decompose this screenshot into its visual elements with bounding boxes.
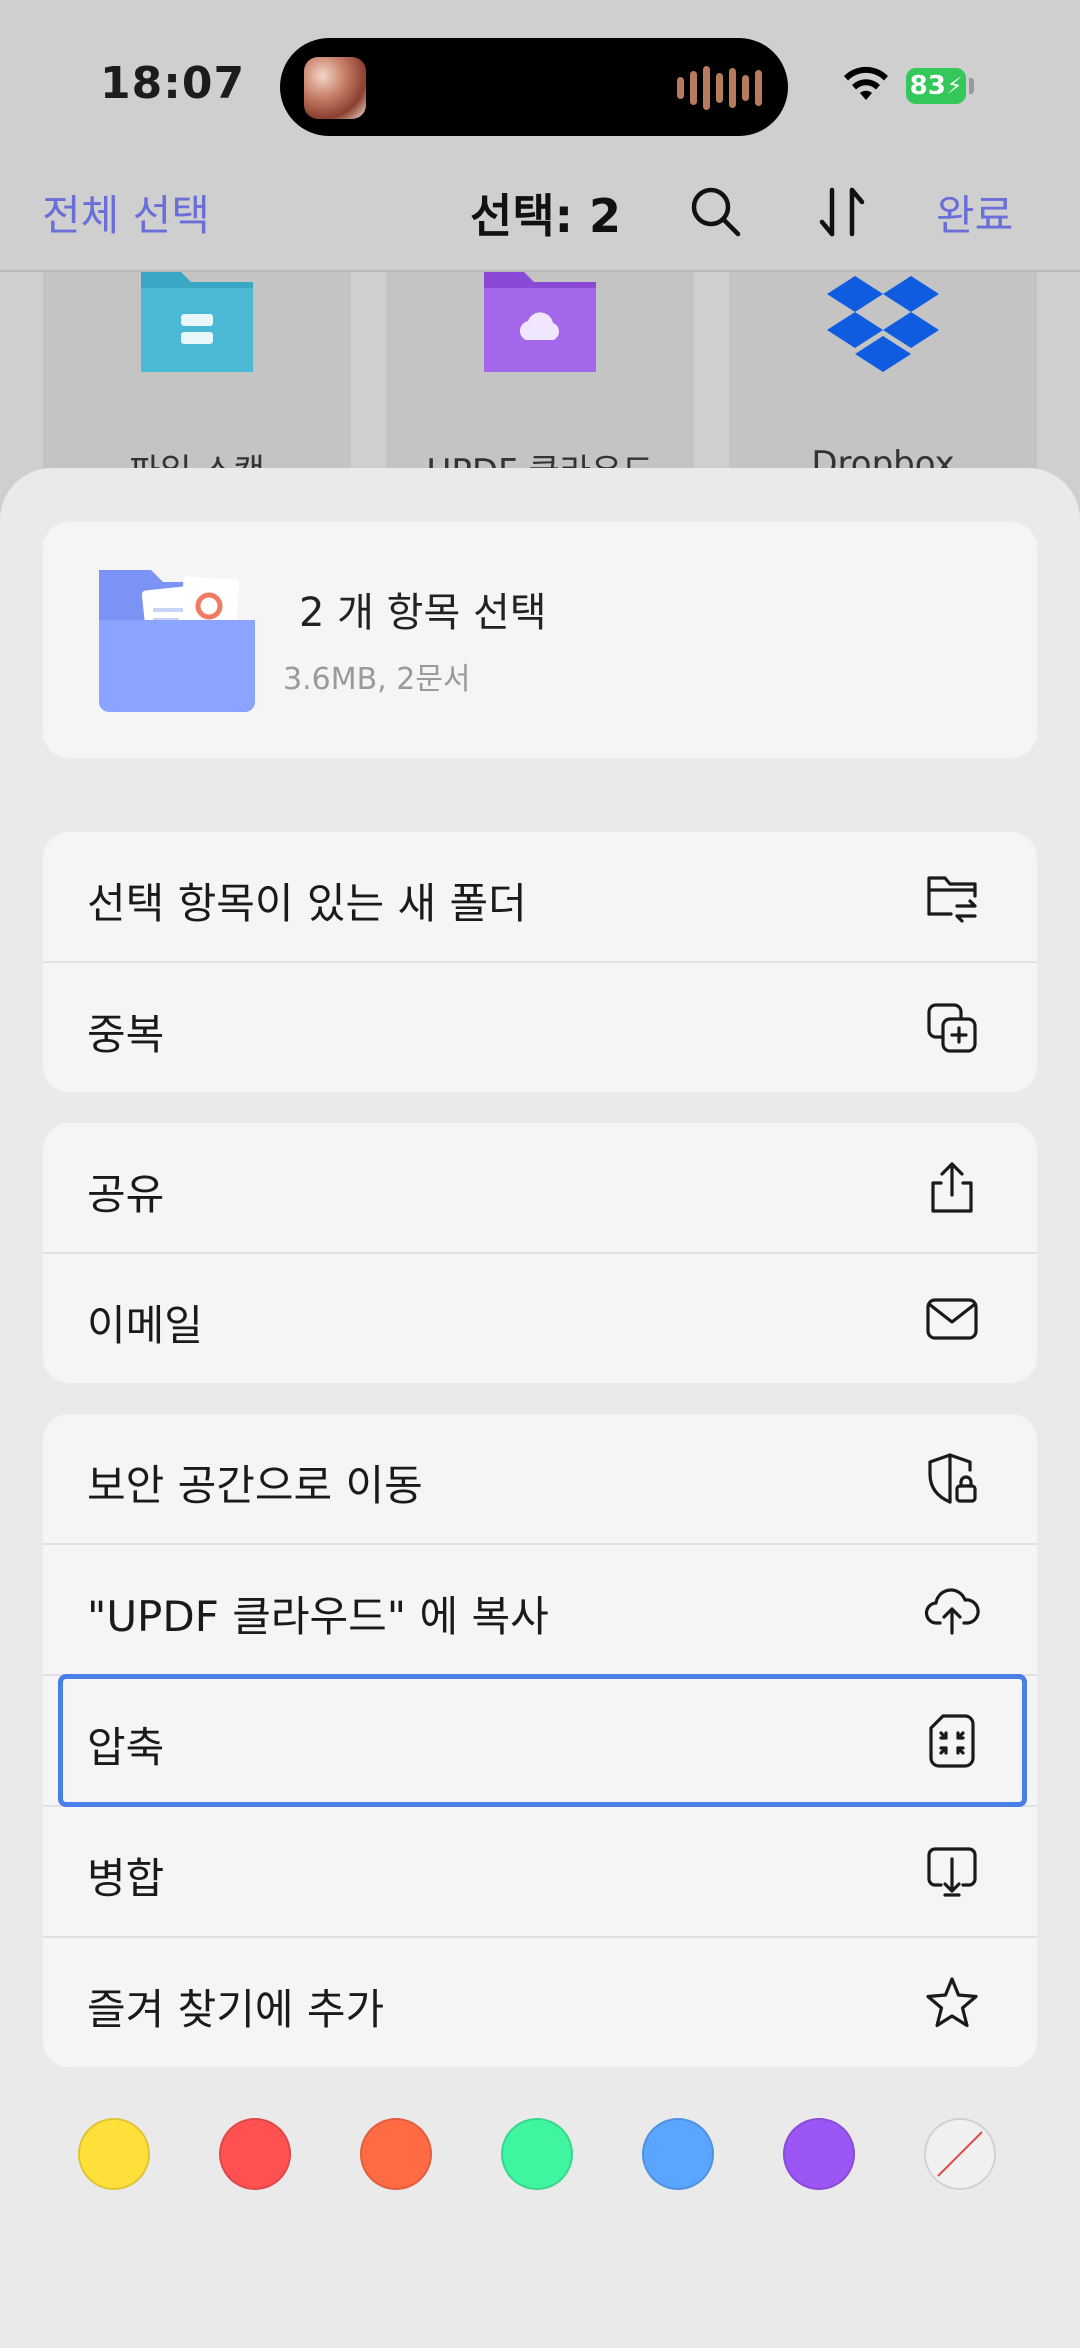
dynamic-island[interactable] [280,38,788,136]
action-group-organize: 선택 항목이 있는 새 폴더 중복 [43,832,1037,1092]
action-add-to-favorites[interactable]: 즐겨 찾기에 추가 [43,1938,1037,2067]
status-bar: 18:07 83 ⚡ [0,0,1080,170]
action-label: 압축 [87,1723,165,1772]
wifi-icon [844,66,888,100]
cloud-upload-icon [924,1588,980,1635]
share-icon [931,1162,973,1213]
color-tag-none[interactable] [924,2118,996,2190]
audio-waveform-icon [677,66,762,110]
star-icon [926,1977,978,2028]
color-tag-orange[interactable] [360,2118,432,2190]
color-tag-red[interactable] [219,2118,291,2190]
no-color-slash-icon [937,2131,983,2177]
action-copy-to-updf-cloud[interactable]: "UPDF 클라우드" 에 복사 [43,1545,1037,1676]
teal-folder-icon [141,272,253,372]
action-email[interactable]: 이메일 [43,1254,1037,1383]
folder-card-dropbox[interactable]: Dropbox [729,272,1037,492]
sort-icon[interactable] [816,182,868,242]
done-button[interactable]: 완료 [936,182,1013,243]
color-tag-purple[interactable] [783,2118,855,2190]
action-new-folder[interactable]: 선택 항목이 있는 새 폴더 [43,832,1037,963]
now-playing-artwork [304,57,366,119]
search-icon[interactable] [688,184,742,238]
selection-title: 2 개 항목 선택 [299,590,547,636]
color-tag-yellow[interactable] [78,2118,150,2190]
action-duplicate[interactable]: 중복 [43,963,1037,1092]
action-label: 즐겨 찾기에 추가 [87,1985,385,2034]
selection-count: 선택: 2 [470,189,622,243]
action-compress[interactable]: 압축 [43,1674,1037,1807]
folder-with-documents-icon [99,570,255,712]
merge-icon [927,1847,977,1897]
battery-indicator: 83 ⚡ [906,68,966,104]
cloud-folder-icon [484,272,596,372]
action-merge[interactable]: 병합 [43,1807,1037,1938]
color-tag-green[interactable] [501,2118,573,2190]
navigation-bar: 전체 선택 선택: 2 완료 [0,160,1080,270]
action-share[interactable]: 공유 [43,1123,1037,1254]
action-group-share: 공유 이메일 [43,1123,1037,1383]
compress-icon [929,1714,975,1768]
action-move-to-secure-space[interactable]: 보안 공간으로 이동 [43,1414,1037,1545]
action-label: 중복 [87,1010,165,1059]
action-label: 보안 공간으로 이동 [87,1461,423,1510]
battery-cap [969,78,974,94]
select-all-button[interactable]: 전체 선택 [42,182,210,243]
action-label: 이메일 [87,1301,203,1350]
selection-subtitle: 3.6MB, 2문서 [283,662,471,697]
color-tag-blue[interactable] [642,2118,714,2190]
dropbox-icon [827,276,939,372]
battery-level: 83 [909,71,946,101]
duplicate-icon [927,1003,977,1053]
charging-bolt-icon: ⚡ [946,73,963,99]
action-group-more: 보안 공간으로 이동 "UPDF 클라우드" 에 복사 압축 병합 즐겨 찾기에… [43,1414,1037,2067]
new-folder-move-icon [927,876,977,923]
action-label: 병합 [87,1854,165,1903]
mail-icon [926,1298,978,1340]
folder-card-scan[interactable]: 파일 스캔 [43,272,351,492]
color-tag-picker [78,2118,998,2196]
action-label: "UPDF 클라우드" 에 복사 [87,1592,549,1641]
shield-lock-icon [928,1453,977,1504]
action-label: 공유 [87,1170,165,1219]
selection-summary: 2 개 항목 선택 3.6MB, 2문서 [43,522,1037,758]
folder-card-updf-cloud[interactable]: UPDF 클라우드 [386,272,694,492]
action-label: 선택 항목이 있는 새 폴더 [87,879,527,928]
status-time: 18:07 [100,58,246,109]
